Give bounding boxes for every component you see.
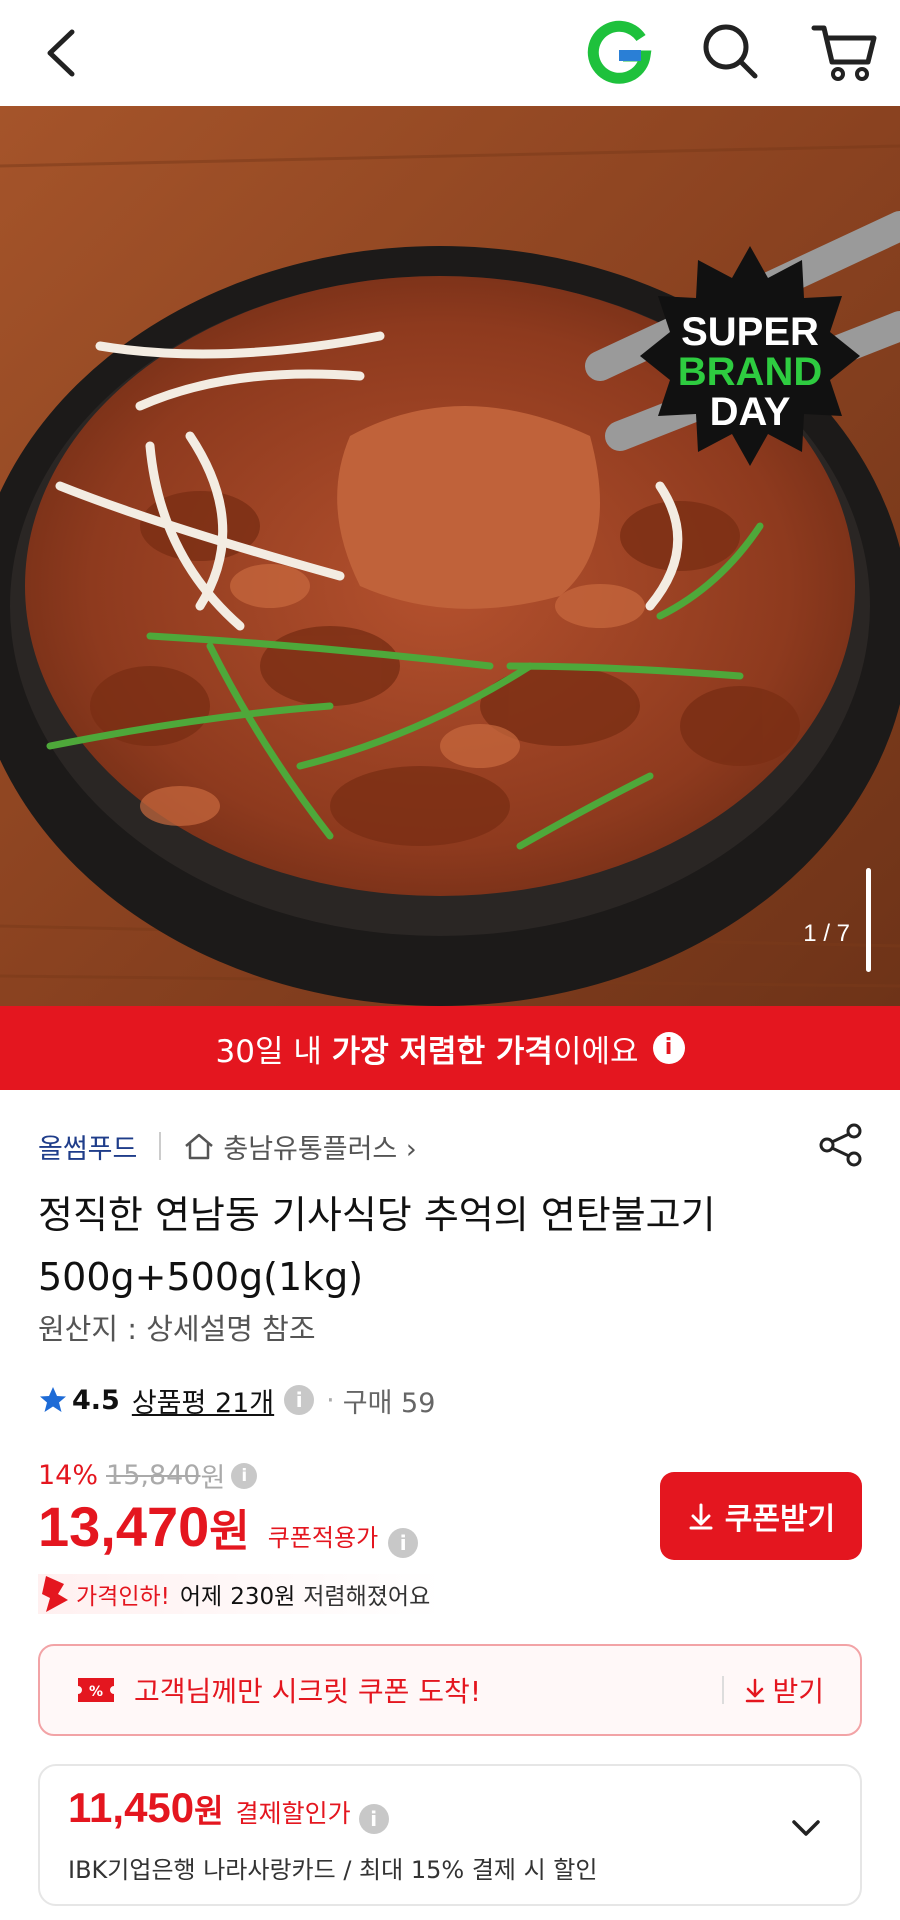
chevron-left-icon[interactable] [30,18,100,88]
store-name: 충남유통플러스 [223,1133,398,1165]
info-icon[interactable]: i [358,1804,389,1834]
coupon-price-row: 13,470 원 쿠폰적용가 i [38,1494,419,1559]
g-logo-icon[interactable] [585,16,655,86]
secret-coupon-banner[interactable]: % 고객님께만 시크릿 쿠폰 도착! 받기 [38,1644,862,1736]
payment-discount-card[interactable]: 11,450 원 결제할인가 i IBK기업은행 나라사랑카드 / 최대 15%… [38,1764,862,1906]
badge-text-brand: BRAND [677,350,823,394]
payment-description: IBK기업은행 나라사랑카드 / 최대 15% 결제 시 할인 [68,1856,598,1884]
purchase-count: 구매 59 [342,1387,436,1419]
secret-coupon-text: 고객님께만 시크릿 쿠폰 도착! [134,1675,482,1708]
info-icon[interactable]: i [231,1462,258,1489]
share-icon[interactable] [818,1122,864,1168]
coupon-price-unit: 원 [209,1506,250,1557]
home-icon [185,1133,214,1160]
divider [159,1132,162,1160]
coupon-price-label: 쿠폰적용가 [267,1524,379,1552]
payment-price-unit: 원 [194,1792,224,1830]
product-photo [0,106,900,1006]
price-drop-notice: 가격인하! 어제 230원 저렴해졌어요 [38,1574,443,1614]
download-icon [746,1678,765,1703]
banner-text-pre: 30일 내 [215,1033,332,1070]
image-counter: 1 / 7 [803,920,850,947]
product-image-carousel[interactable]: SUPER BRAND DAY [0,106,900,1006]
price-drop-tail: 저렴해졌어요 [303,1584,431,1610]
badge-text-day: DAY [709,390,791,434]
info-icon[interactable]: i [388,1528,419,1558]
arrow-down-icon [42,1576,68,1612]
divider [722,1676,725,1704]
product-title: 정직한 연남동 기사식당 추억의 연탄불고기 500g+500g(1kg) [38,1193,716,1299]
get-coupon-label: 쿠폰받기 [724,1502,836,1537]
get-coupon-button[interactable]: 쿠폰받기 [660,1472,862,1560]
star-icon [40,1387,66,1412]
top-bar [0,0,900,106]
download-icon [689,1503,713,1530]
original-price: 15,840 [106,1460,201,1491]
banner-text-post: 이에요 [552,1033,639,1070]
payment-price: 11,450 [68,1784,195,1831]
secret-coupon-get-button[interactable]: 받기 [744,1670,824,1710]
carousel-scrollbar [866,868,871,972]
price-drop-amount: 230원 [230,1584,296,1610]
price-drop-mid: 어제 [179,1584,223,1610]
banner-text-bold: 가장 저렴한 가격 [331,1033,553,1070]
info-icon[interactable]: i [652,1032,685,1064]
payment-price-row: 11,450 원 결제할인가 i [68,1784,389,1834]
cart-icon[interactable] [808,16,880,86]
dot-separator: · [326,1384,335,1416]
discount-row: 14% 15,840 원 i [38,1456,258,1495]
lowest-price-banner[interactable]: 30일 내 가장 저렴한 가격 이에요 i [0,1006,900,1090]
info-icon[interactable]: i [284,1385,315,1415]
coupon-icon: % [78,1678,114,1702]
price-drop-label: 가격인하! [76,1584,170,1610]
rating-score: 4.5 [72,1384,120,1416]
badge-text-super: SUPER [681,310,819,354]
chevron-down-icon[interactable] [786,1808,826,1848]
search-icon[interactable] [695,16,765,86]
secret-coupon-get-label: 받기 [772,1675,824,1708]
seller-row: 올썸푸드 충남유통플러스 › [38,1124,417,1168]
payment-price-label: 결제할인가 [235,1799,351,1828]
super-brand-day-badge: SUPER BRAND DAY [640,246,860,466]
product-origin: 원산지 : 상세설명 참조 [38,1312,316,1346]
coupon-price: 13,470 [38,1495,210,1558]
discount-percent: 14% [38,1460,99,1491]
chevron-right-icon: › [405,1133,417,1165]
original-price-unit: 원 [200,1463,226,1494]
reviews-link[interactable]: 상품평 21개 [132,1381,274,1420]
store-link[interactable]: 충남유통플러스 › [223,1127,416,1166]
svg-text:%: % [89,1684,103,1700]
brand-link[interactable]: 올썸푸드 [38,1127,137,1166]
rating-row: 4.5 상품평 21개 i · 구매 59 [38,1378,435,1422]
